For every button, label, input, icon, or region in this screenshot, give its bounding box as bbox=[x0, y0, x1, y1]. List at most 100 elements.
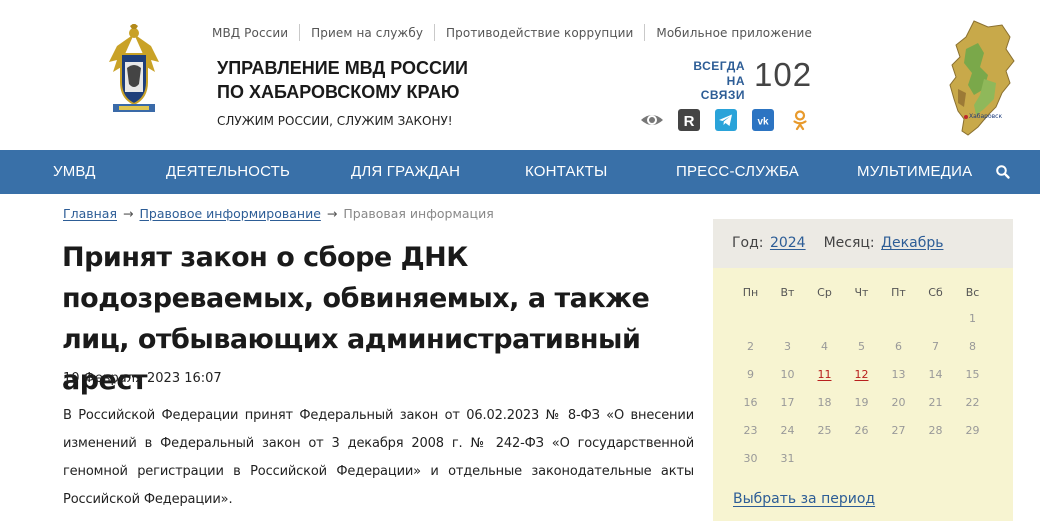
calendar-month-select[interactable]: Декабрь bbox=[881, 235, 943, 251]
calendar-day: 20 bbox=[891, 396, 906, 409]
nav-item-activity[interactable]: ДЕЯТЕЛЬНОСТЬ bbox=[166, 150, 290, 194]
calendar-day: 29 bbox=[965, 424, 980, 437]
calendar-day: 24 bbox=[780, 424, 795, 437]
calendar-day: 1 bbox=[969, 312, 976, 325]
calendar-day: 2 bbox=[747, 340, 754, 353]
calendar-day: 25 bbox=[817, 424, 832, 437]
nav-item-multimedia[interactable]: МУЛЬТИМЕДИА bbox=[857, 150, 972, 194]
calendar-week-row: 30 31 bbox=[732, 445, 992, 473]
breadcrumb: Главная → Правовое информирование → Прав… bbox=[63, 206, 494, 221]
nav-item-press[interactable]: ПРЕСС-СЛУЖБА bbox=[676, 150, 799, 194]
calendar-empty-cell bbox=[806, 445, 843, 473]
calendar-day: 19 bbox=[854, 396, 869, 409]
calendar-weeks: 1 2 3 4 5 6 7 8 9 10 11 12 13 14 15 16 17 18 19 20 21 22 23 24 2… bbox=[732, 305, 992, 473]
nav-item-contacts[interactable]: КОНТАКТЫ bbox=[525, 150, 608, 194]
calendar-day-with-news[interactable]: 11 bbox=[806, 361, 843, 389]
calendar-grid: Пн Вт Ср Чт Пт Сб Вс 1 2 3 4 5 6 7 8 9 10 11 12 13 14 15 16 17… bbox=[732, 281, 992, 473]
calendar-weekday: Чт bbox=[854, 286, 869, 299]
breadcrumb-separator: → bbox=[326, 206, 338, 221]
calendar-day: 5 bbox=[858, 340, 865, 353]
calendar-day: 8 bbox=[969, 340, 976, 353]
calendar-day-with-news[interactable]: 12 bbox=[843, 361, 880, 389]
organization-title-line2: ПО ХАБАРОВСКОМУ КРАЮ bbox=[217, 82, 460, 102]
top-links: МВД России Прием на службу Противодейств… bbox=[212, 24, 812, 41]
calendar-weekday: Пт bbox=[891, 286, 906, 299]
calendar-year-label: Год: bbox=[732, 235, 764, 251]
calendar-empty-cell bbox=[732, 305, 769, 333]
organization-title-line1: УПРАВЛЕНИЕ МВД РОССИИ bbox=[217, 58, 468, 78]
toplink-recruitment[interactable]: Прием на службу bbox=[311, 26, 423, 40]
calendar-day: 27 bbox=[891, 424, 906, 437]
calendar-day: 23 bbox=[743, 424, 758, 437]
calendar-day: 3 bbox=[784, 340, 791, 353]
calendar-day: 17 bbox=[780, 396, 795, 409]
calendar-day: 31 bbox=[780, 452, 795, 465]
breadcrumb-separator: → bbox=[123, 206, 134, 221]
calendar-empty-cell bbox=[880, 445, 917, 473]
calendar-header: Год: 2024 Месяц: Декабрь bbox=[713, 219, 1013, 268]
mvd-emblem-logo[interactable] bbox=[103, 24, 165, 116]
select-period-link[interactable]: Выбрать за период bbox=[733, 491, 875, 507]
toplink-anticorruption[interactable]: Противодействие коррупции bbox=[446, 26, 633, 40]
site-header: МВД России Прием на службу Противодейств… bbox=[0, 0, 1040, 150]
toplink-mobile-app[interactable]: Мобильное приложение bbox=[656, 26, 812, 40]
calendar-day: 18 bbox=[817, 396, 832, 409]
eye-icon[interactable] bbox=[640, 108, 664, 132]
calendar-week-row: 1 bbox=[732, 305, 992, 333]
calendar-empty-cell bbox=[806, 305, 843, 333]
calendar-weekdays: Пн Вт Ср Чт Пт Сб Вс bbox=[732, 281, 992, 305]
breadcrumb-legal-info-section[interactable]: Правовое информирование bbox=[139, 206, 320, 221]
nav-item-umvd[interactable]: УМВД bbox=[53, 150, 96, 194]
toplink-separator bbox=[299, 24, 301, 41]
vk-icon[interactable]: vk bbox=[751, 108, 775, 132]
nav-item-citizens[interactable]: ДЛЯ ГРАЖДАН bbox=[351, 150, 460, 194]
svg-text:R: R bbox=[684, 113, 695, 130]
organization-title[interactable]: УПРАВЛЕНИЕ МВД РОССИИ ПО ХАБАРОВСКОМУ КР… bbox=[217, 56, 468, 104]
svg-text:vk: vk bbox=[757, 117, 769, 128]
main-nav: УМВД ДЕЯТЕЛЬНОСТЬ ДЛЯ ГРАЖДАН КОНТАКТЫ П… bbox=[0, 150, 1040, 194]
calendar-day: 28 bbox=[928, 424, 943, 437]
calendar-day: 30 bbox=[743, 452, 758, 465]
calendar-empty-cell bbox=[843, 445, 880, 473]
calendar-day: 4 bbox=[821, 340, 828, 353]
hotline-number[interactable]: 102 bbox=[754, 56, 812, 94]
rutube-icon[interactable]: R bbox=[677, 108, 701, 132]
toplink-separator bbox=[644, 24, 646, 41]
article-body: В Российской Федерации принят Федеральны… bbox=[63, 408, 694, 507]
calendar-weekday: Пн bbox=[742, 286, 759, 299]
toplink-mvd-russia[interactable]: МВД России bbox=[212, 26, 288, 40]
calendar-week-row: 9 10 11 12 13 14 15 bbox=[732, 361, 992, 389]
calendar-week-row: 16 17 18 19 20 21 22 bbox=[732, 389, 992, 417]
calendar-week-row: 2 3 4 5 6 7 8 bbox=[732, 333, 992, 361]
calendar-day: 10 bbox=[780, 368, 795, 381]
calendar-day: 26 bbox=[854, 424, 869, 437]
region-map[interactable]: Хабаровск bbox=[944, 19, 1016, 137]
calendar-empty-cell bbox=[917, 445, 954, 473]
calendar-day: 22 bbox=[965, 396, 980, 409]
calendar-week-row: 23 24 25 26 27 28 29 bbox=[732, 417, 992, 445]
telegram-icon[interactable] bbox=[714, 108, 738, 132]
archive-calendar: Год: 2024 Месяц: Декабрь Пн Вт Ср Чт Пт Сб Вс … bbox=[713, 219, 1013, 521]
calendar-day: 21 bbox=[928, 396, 943, 409]
calendar-empty-cell bbox=[769, 305, 806, 333]
calendar-day: 14 bbox=[928, 368, 943, 381]
calendar-day: 16 bbox=[743, 396, 758, 409]
calendar-day: 9 bbox=[747, 368, 754, 381]
hotline-label-line1: ВСЕГДА bbox=[693, 59, 745, 73]
calendar-weekday: Ср bbox=[817, 286, 832, 299]
breadcrumb-home[interactable]: Главная bbox=[63, 206, 117, 221]
calendar-year-select[interactable]: 2024 bbox=[770, 235, 806, 251]
calendar-month-label: Месяц: bbox=[823, 235, 875, 251]
odnoklassniki-icon[interactable] bbox=[788, 108, 812, 132]
calendar-empty-cell bbox=[917, 305, 954, 333]
calendar-empty-cell bbox=[843, 305, 880, 333]
calendar-empty-cell bbox=[880, 305, 917, 333]
search-icon[interactable] bbox=[994, 163, 1012, 181]
toplink-separator bbox=[434, 24, 436, 41]
calendar-day: 6 bbox=[895, 340, 902, 353]
hotline-label: ВСЕГДА НА СВЯЗИ bbox=[681, 59, 745, 103]
hotline-label-line2: НА СВЯЗИ bbox=[700, 73, 745, 103]
breadcrumb-current: Правовая информация bbox=[343, 206, 494, 221]
map-city-label: Хабаровск bbox=[969, 113, 1002, 120]
calendar-weekday: Сб bbox=[928, 286, 943, 299]
